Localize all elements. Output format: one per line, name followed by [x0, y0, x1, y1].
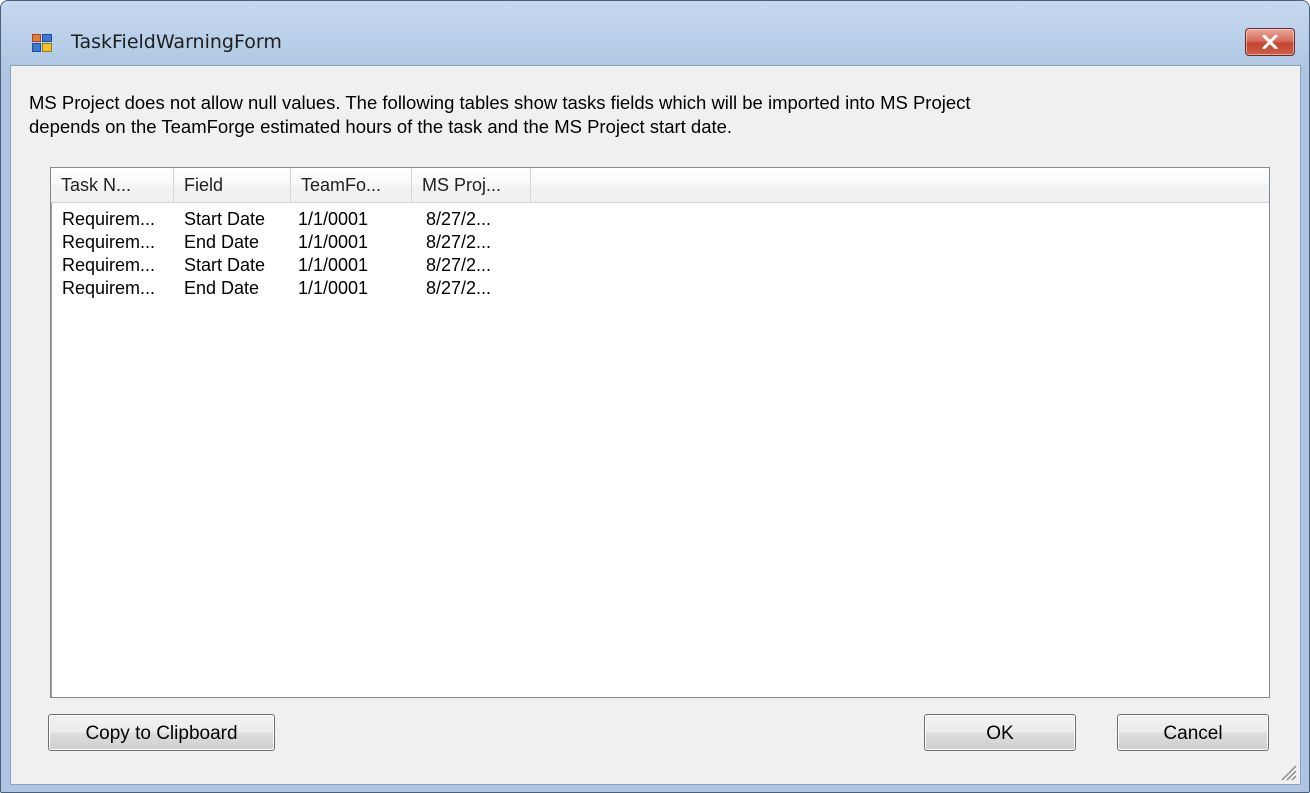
window-title: TaskFieldWarningForm — [71, 31, 282, 53]
cell-ms-project: 8/27/2... — [426, 209, 492, 229]
ok-button[interactable]: OK — [924, 714, 1076, 751]
cell-task-name: Requirem... — [62, 278, 156, 298]
cell-field: End Date — [184, 232, 260, 252]
copy-to-clipboard-button[interactable]: Copy to Clipboard — [48, 714, 275, 751]
cell-teamforge: 1/1/0001 — [298, 232, 369, 252]
cell-field: Start Date — [184, 209, 266, 229]
column-header-task-name[interactable]: Task N... — [51, 168, 174, 202]
column-header-field[interactable]: Field — [174, 168, 291, 202]
close-button[interactable] — [1245, 28, 1295, 56]
table-row[interactable]: Requirem... End Date 1/1/0001 8/27/2... — [51, 277, 1269, 300]
cell-field: Start Date — [184, 255, 266, 275]
table-row[interactable]: Requirem... Start Date 1/1/0001 8/27/2..… — [51, 208, 1269, 231]
warning-message-line-1: MS Project does not allow null values. T… — [29, 92, 971, 113]
cell-teamforge: 1/1/0001 — [298, 255, 369, 275]
resize-grip-icon[interactable] — [1276, 760, 1298, 782]
task-fields-list[interactable]: Task N... Field TeamFo... MS Proj... Req… — [50, 167, 1270, 698]
list-header: Task N... Field TeamFo... MS Proj... — [51, 168, 1269, 203]
table-row[interactable]: Requirem... Start Date 1/1/0001 8/27/2..… — [51, 254, 1269, 277]
close-icon — [1262, 35, 1278, 49]
cell-ms-project: 8/27/2... — [426, 255, 492, 275]
warning-message-line-2: depends on the TeamForge estimated hours… — [29, 116, 733, 137]
cell-teamforge: 1/1/0001 — [298, 278, 369, 298]
cell-ms-project: 8/27/2... — [426, 232, 492, 252]
title-bar[interactable]: TaskFieldWarningForm — [1, 1, 1309, 65]
dialog-client-area: MS Project does not allow null values. T… — [10, 65, 1301, 785]
cell-task-name: Requirem... — [62, 209, 156, 229]
list-body: Requirem... Start Date 1/1/0001 8/27/2..… — [51, 203, 1269, 697]
column-header-teamforge[interactable]: TeamFo... — [291, 168, 412, 202]
table-row[interactable]: Requirem... End Date 1/1/0001 8/27/2... — [51, 231, 1269, 254]
cell-teamforge: 1/1/0001 — [298, 209, 369, 229]
warning-message: MS Project does not allow null values. T… — [29, 91, 1279, 139]
cell-ms-project: 8/27/2... — [426, 278, 492, 298]
cell-task-name: Requirem... — [62, 232, 156, 252]
cancel-button[interactable]: Cancel — [1117, 714, 1269, 751]
column-header-filler — [531, 168, 1269, 202]
dialog-window: TaskFieldWarningForm MS Project does not… — [0, 0, 1310, 793]
cell-task-name: Requirem... — [62, 255, 156, 275]
cell-field: End Date — [184, 278, 260, 298]
column-header-ms-project[interactable]: MS Proj... — [412, 168, 531, 202]
form-icon — [32, 34, 52, 52]
